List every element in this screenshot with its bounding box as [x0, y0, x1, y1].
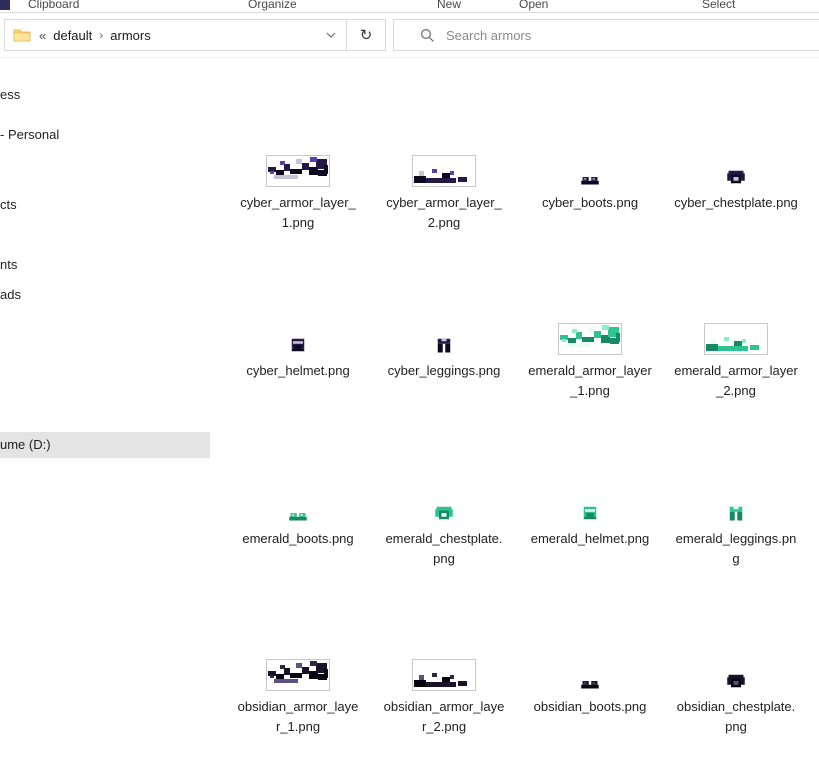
file-item[interactable]: cyber_leggings.png: [371, 261, 517, 429]
file-item[interactable]: obsidian_chestplate.png: [663, 597, 809, 765]
file-sprite-icon: [580, 671, 600, 691]
file-name: obsidian_armor_layer_1.png: [236, 697, 360, 737]
file-thumbnail-icon: [412, 659, 476, 691]
file-icon-area: [371, 597, 517, 697]
file-thumbnail-icon: [558, 323, 622, 355]
explorer-content: ess - Personal cts nts ads ume (D:) cybe…: [0, 58, 819, 784]
file-name: obsidian_armor_layer_2.png: [382, 697, 506, 737]
file-sprite-icon: [726, 503, 746, 523]
sidebar-item-quick-access[interactable]: ess: [0, 84, 210, 106]
file-thumbnail-icon: [266, 155, 330, 187]
file-icon-area: [225, 429, 371, 529]
sidebar-item-objects[interactable]: cts: [0, 194, 210, 216]
file-icon-area: [663, 261, 809, 361]
file-item[interactable]: cyber_boots.png: [517, 93, 663, 261]
file-name: obsidian_chestplate.png: [674, 697, 798, 737]
file-icon-area: [225, 261, 371, 361]
file-icon-area: [517, 261, 663, 361]
file-icon-area: [517, 597, 663, 697]
file-icon-area: [517, 93, 663, 193]
file-item[interactable]: obsidian_armor_layer_2.png: [371, 597, 517, 765]
search-input[interactable]: Search armors: [446, 28, 531, 43]
file-name: emerald_boots.png: [242, 529, 353, 549]
navigation-pane: ess - Personal cts nts ads ume (D:): [0, 58, 210, 784]
file-icon-area: [225, 93, 371, 193]
file-name: obsidian_boots.png: [534, 697, 647, 717]
window-accent-corner: [0, 0, 10, 10]
file-sprite-icon: [580, 503, 600, 523]
ribbon-group-clipboard: Clipboard: [28, 0, 79, 11]
search-box[interactable]: Search armors: [393, 19, 819, 51]
file-item[interactable]: cyber_chestplate.png: [663, 93, 809, 261]
file-item[interactable]: emerald_chestplate.png: [371, 429, 517, 597]
file-icon-area: [663, 429, 809, 529]
file-thumbnail-icon: [412, 155, 476, 187]
breadcrumb-overflow-chevrons[interactable]: «: [39, 28, 46, 43]
file-item[interactable]: emerald_leggings.png: [663, 429, 809, 597]
file-sprite-icon: [288, 335, 308, 355]
ribbon-group-new: New: [437, 0, 461, 11]
file-sprite-icon: [726, 671, 746, 691]
file-sprite-icon: [288, 503, 308, 523]
file-icon-area: [517, 429, 663, 529]
file-grid: cyber_armor_layer_1.png cyber_armor_laye…: [210, 58, 819, 765]
sidebar-item-volume-d[interactable]: ume (D:): [0, 432, 210, 458]
file-item[interactable]: obsidian_armor_layer_1.png: [225, 597, 371, 765]
address-toolbar: « default › armors ↻ Search armors: [0, 13, 819, 58]
folder-icon: [13, 28, 31, 42]
file-sprite-icon: [580, 167, 600, 187]
file-name: cyber_chestplate.png: [674, 193, 798, 213]
file-item[interactable]: cyber_helmet.png: [225, 261, 371, 429]
file-name: emerald_chestplate.png: [382, 529, 506, 569]
file-name: cyber_armor_layer_1.png: [236, 193, 360, 233]
file-item[interactable]: cyber_armor_layer_2.png: [371, 93, 517, 261]
file-name: cyber_helmet.png: [246, 361, 349, 381]
sidebar-item-downloads[interactable]: ads: [0, 284, 210, 306]
file-thumbnail-icon: [266, 659, 330, 691]
file-name: cyber_boots.png: [542, 193, 638, 213]
file-item[interactable]: emerald_armor_layer_2.png: [663, 261, 809, 429]
ribbon-groups-strip: Clipboard Organize New Open Select: [0, 0, 819, 13]
file-item[interactable]: emerald_boots.png: [225, 429, 371, 597]
file-name: emerald_armor_layer_1.png: [528, 361, 652, 401]
address-bar[interactable]: « default › armors ↻: [4, 19, 386, 51]
file-sprite-icon: [434, 335, 454, 355]
breadcrumb-default[interactable]: default: [53, 28, 92, 43]
file-icon-area: [371, 93, 517, 193]
breadcrumb-separator-icon[interactable]: ›: [99, 28, 103, 42]
file-name: emerald_armor_layer_2.png: [674, 361, 798, 401]
file-name: cyber_armor_layer_2.png: [382, 193, 506, 233]
file-icon-area: [663, 93, 809, 193]
file-icon-area: [371, 261, 517, 361]
file-name: emerald_leggings.png: [674, 529, 798, 569]
ribbon-group-organize: Organize: [248, 0, 297, 11]
file-name: emerald_helmet.png: [531, 529, 650, 549]
file-item[interactable]: obsidian_boots.png: [517, 597, 663, 765]
chevron-down-icon: [326, 32, 336, 38]
ribbon-group-select: Select: [702, 0, 735, 11]
file-icon-area: [225, 597, 371, 697]
file-item[interactable]: emerald_armor_layer_1.png: [517, 261, 663, 429]
sidebar-item-onedrive-personal[interactable]: - Personal: [0, 124, 210, 146]
file-list-pane: cyber_armor_layer_1.png cyber_armor_laye…: [210, 58, 819, 784]
file-icon-area: [371, 429, 517, 529]
file-item[interactable]: cyber_armor_layer_1.png: [225, 93, 371, 261]
search-icon: [420, 28, 435, 43]
file-name: cyber_leggings.png: [388, 361, 501, 381]
file-icon-area: [663, 597, 809, 697]
refresh-button[interactable]: ↻: [347, 20, 385, 50]
file-sprite-icon: [434, 503, 454, 523]
file-sprite-icon: [726, 167, 746, 187]
ribbon-group-open: Open: [519, 0, 548, 11]
file-thumbnail-icon: [704, 323, 768, 355]
breadcrumb-armors[interactable]: armors: [110, 28, 150, 43]
address-dropdown-button[interactable]: [316, 20, 346, 50]
file-item[interactable]: emerald_helmet.png: [517, 429, 663, 597]
sidebar-item-documents[interactable]: nts: [0, 254, 210, 276]
